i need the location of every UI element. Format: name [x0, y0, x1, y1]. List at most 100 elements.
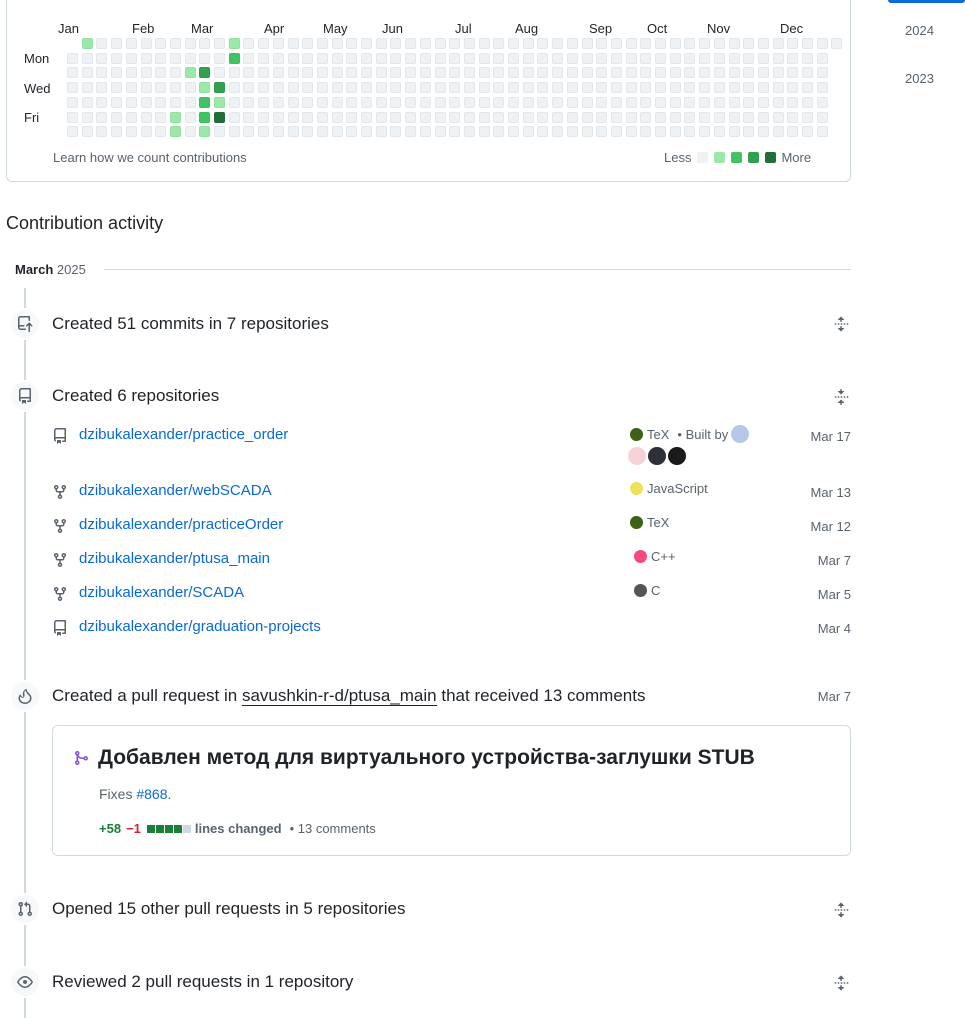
contribution-day[interactable] — [787, 67, 799, 79]
contribution-day[interactable] — [405, 111, 417, 123]
contribution-day[interactable] — [96, 96, 108, 108]
contribution-day[interactable] — [478, 52, 490, 64]
contribution-day[interactable] — [728, 38, 740, 49]
contribution-day[interactable] — [757, 126, 769, 138]
contribution-day[interactable] — [169, 38, 181, 49]
repo-link[interactable]: dzibukalexander/practiceOrder — [79, 516, 283, 533]
contribution-day[interactable] — [81, 52, 93, 64]
contribution-day[interactable] — [816, 111, 828, 123]
contribution-day[interactable] — [346, 38, 358, 49]
contribution-day[interactable] — [463, 38, 475, 49]
contribution-day[interactable] — [287, 111, 299, 123]
contribution-day[interactable] — [405, 126, 417, 138]
contribution-day[interactable] — [655, 52, 666, 64]
contribution-day[interactable] — [258, 111, 270, 123]
contribution-day[interactable] — [816, 38, 828, 49]
contribution-day[interactable] — [787, 38, 799, 49]
contribution-day[interactable] — [699, 52, 711, 64]
contribution-day[interactable] — [346, 111, 358, 123]
contribution-day[interactable] — [169, 67, 181, 79]
contribution-day[interactable] — [434, 96, 446, 108]
contribution-day[interactable] — [493, 96, 505, 108]
contribution-day[interactable] — [640, 82, 652, 94]
contribution-day[interactable] — [125, 111, 137, 123]
contribution-day[interactable] — [802, 52, 813, 64]
contribution-day[interactable] — [610, 38, 622, 49]
contribution-day[interactable] — [537, 82, 549, 94]
contribution-day[interactable] — [625, 38, 637, 49]
contribution-day[interactable] — [757, 96, 769, 108]
opened-prs-summary[interactable]: Opened 15 other pull requests in 5 repos… — [52, 899, 405, 919]
contribution-day[interactable] — [155, 82, 167, 94]
contribution-day[interactable] — [831, 38, 843, 49]
contribution-day[interactable] — [508, 67, 519, 79]
contribution-day[interactable] — [684, 67, 696, 79]
contribution-day[interactable] — [699, 111, 711, 123]
contribution-day[interactable] — [302, 82, 314, 94]
contribution-day[interactable] — [463, 126, 475, 138]
contribution-day[interactable] — [419, 82, 431, 94]
contribution-day[interactable] — [390, 82, 402, 94]
contribution-day[interactable] — [493, 52, 505, 64]
contribution-day[interactable] — [111, 82, 123, 94]
contribution-day[interactable] — [581, 67, 593, 79]
contribution-day[interactable] — [96, 38, 108, 49]
contribution-day[interactable] — [96, 52, 108, 64]
unfold-icon[interactable] — [833, 975, 849, 991]
contribution-day[interactable] — [390, 38, 402, 49]
contribution-day[interactable] — [331, 111, 343, 123]
contribution-day[interactable] — [316, 52, 328, 64]
contribution-day[interactable] — [581, 96, 593, 108]
contribution-day[interactable] — [228, 52, 240, 64]
contribution-day[interactable] — [640, 38, 652, 49]
contribution-day[interactable] — [669, 111, 681, 123]
contribution-day[interactable] — [390, 96, 402, 108]
contribution-day[interactable] — [67, 67, 78, 79]
contribution-day[interactable] — [449, 67, 461, 79]
contribution-day[interactable] — [375, 96, 387, 108]
contribution-day[interactable] — [610, 82, 622, 94]
contribution-day[interactable] — [199, 38, 211, 49]
contribution-day[interactable] — [743, 82, 755, 94]
contribution-day[interactable] — [316, 126, 328, 138]
contribution-day[interactable] — [566, 82, 578, 94]
contribution-day[interactable] — [522, 67, 534, 79]
pr-repo-link[interactable]: savushkin-r-d/ptusa_main — [241, 686, 437, 706]
contribution-day[interactable] — [169, 52, 181, 64]
contribution-day[interactable] — [331, 67, 343, 79]
contribution-day[interactable] — [802, 96, 813, 108]
repo-link[interactable]: dzibukalexander/graduation-projects — [79, 618, 321, 635]
fold-icon[interactable] — [833, 389, 849, 405]
contribution-day[interactable] — [125, 67, 137, 79]
contribution-day[interactable] — [478, 67, 490, 79]
contribution-day[interactable] — [302, 67, 314, 79]
contribution-day[interactable] — [522, 111, 534, 123]
contribution-day[interactable] — [199, 111, 211, 123]
contribution-day[interactable] — [728, 52, 740, 64]
contribution-day[interactable] — [111, 96, 123, 108]
contribution-day[interactable] — [346, 96, 358, 108]
contribution-day[interactable] — [728, 111, 740, 123]
contribution-day[interactable] — [566, 126, 578, 138]
contribution-day[interactable] — [287, 67, 299, 79]
repo-link[interactable]: dzibukalexander/ptusa_main — [79, 550, 270, 567]
contribution-day[interactable] — [669, 96, 681, 108]
contribution-day[interactable] — [331, 126, 343, 138]
contribution-day[interactable] — [713, 82, 725, 94]
repo-link[interactable]: dzibukalexander/webSCADA — [79, 482, 272, 499]
contribution-day[interactable] — [772, 82, 784, 94]
contribution-day[interactable] — [81, 82, 93, 94]
contribution-day[interactable] — [566, 67, 578, 79]
contribution-day[interactable] — [537, 126, 549, 138]
contribution-day[interactable] — [140, 111, 152, 123]
contribution-day[interactable] — [699, 96, 711, 108]
contribution-day[interactable] — [96, 82, 108, 94]
contribution-day[interactable] — [272, 67, 284, 79]
contribution-day[interactable] — [434, 52, 446, 64]
contribution-day[interactable] — [772, 126, 784, 138]
contribution-day[interactable] — [390, 111, 402, 123]
contribution-day[interactable] — [640, 111, 652, 123]
contribution-day[interactable] — [493, 126, 505, 138]
contribution-day[interactable] — [787, 96, 799, 108]
contribution-day[interactable] — [610, 67, 622, 79]
